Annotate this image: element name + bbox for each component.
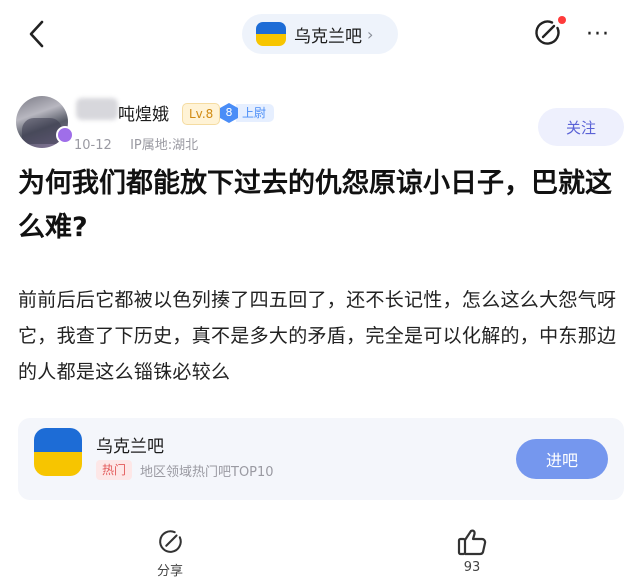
share-edit-icon [159,530,182,553]
like-count: 93 [463,560,481,575]
post-date: 10-12 [74,138,112,153]
follow-button[interactable]: 关注 [538,108,624,146]
back-icon [29,20,44,48]
notification-dot [558,16,566,24]
hot-tag: 热门 [96,460,133,480]
forum-card-flag-icon [34,428,82,476]
avatar-badge [56,126,74,144]
forum-pill-label: 乌克兰吧 [294,26,362,47]
forum-card-description: 地区领域热门吧TOP10 [140,465,274,480]
more-button[interactable]: ··· [576,16,620,52]
ip-location: IP属地:湖北 [130,138,199,153]
enter-forum-button[interactable]: 进吧 [516,439,608,479]
flag-icon [256,22,286,46]
post-title: 为何我们都能放下过去的仇怨原谅小日子，巴就这么难? [18,168,612,243]
chevron-right-icon: › [367,24,374,44]
back-button[interactable] [18,16,54,52]
rank-badge: 8 上尉 [220,103,275,123]
share-action[interactable]: 分享 [130,528,210,579]
rank-label: 上尉 [236,104,275,122]
share-label: 分享 [156,564,183,579]
like-action[interactable]: 93 [432,528,512,575]
username-blurred-part [76,98,118,120]
post-meta: 10-12 IP属地:湖北 [74,134,198,153]
forum-card-name: 乌克兰吧 [96,437,164,457]
forum-pill[interactable]: 乌克兰吧 › [242,14,398,54]
thumbs-up-icon [457,529,487,556]
share-edit-icon [535,20,560,45]
post-body: 前前后后它都被以色列揍了四五回了，还不长记性，怎么这么大怨气呀它，我查了下历史，… [18,289,617,383]
level-badge: Lv.8 [182,103,221,125]
username[interactable]: 吨煌娥 [118,100,169,125]
